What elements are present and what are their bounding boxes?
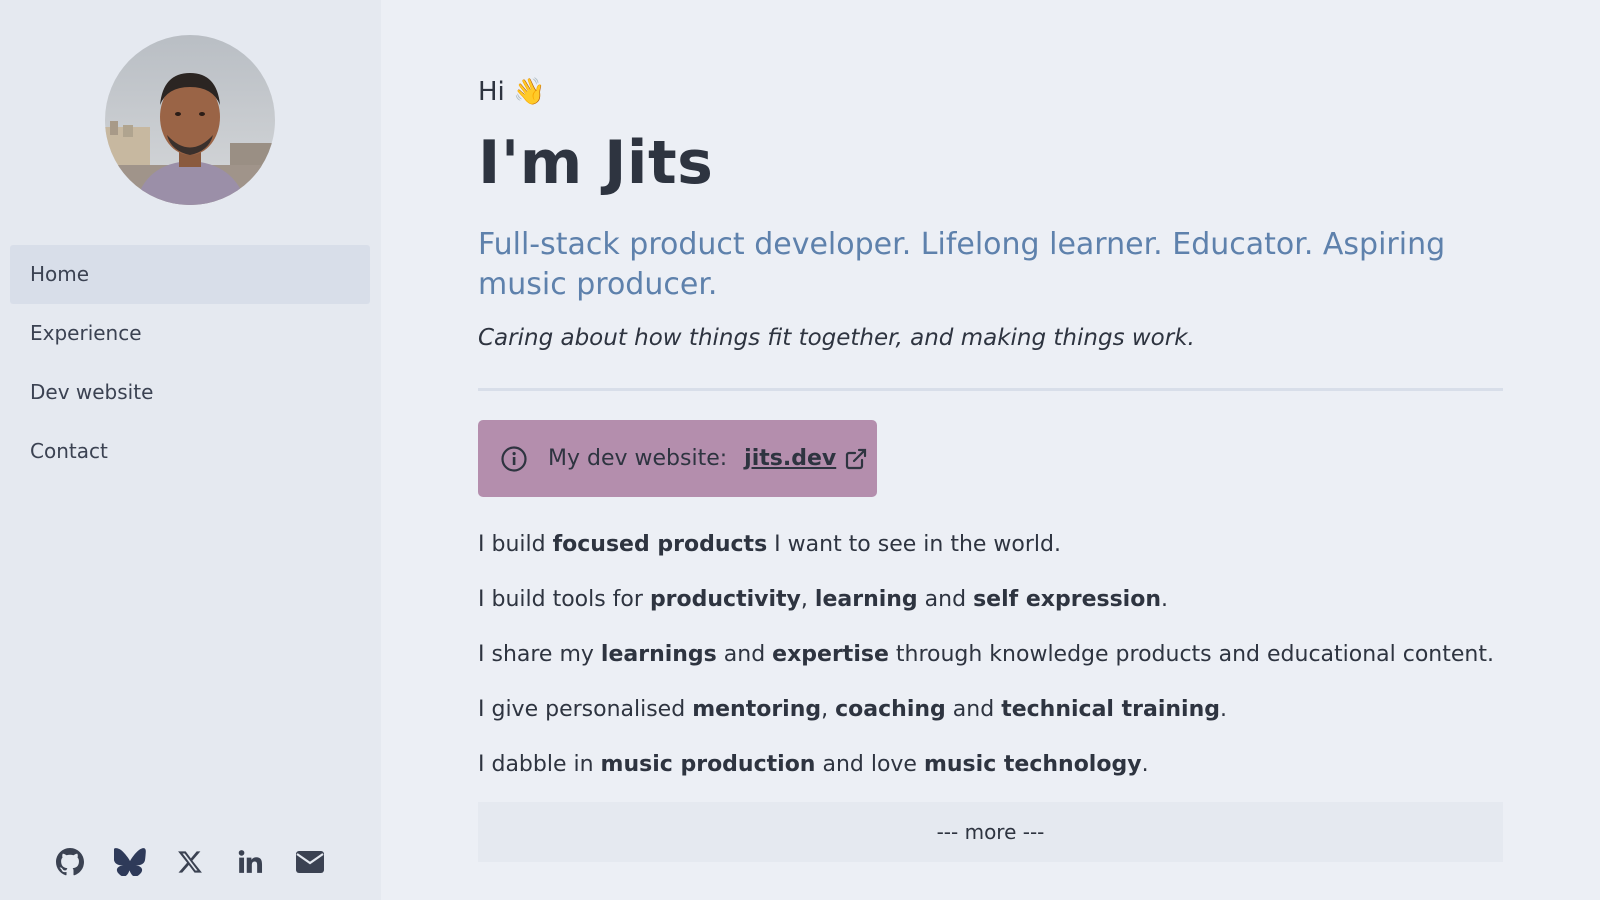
bluesky-icon[interactable] xyxy=(113,845,147,879)
intro-paragraph-1: I build focused products I want to see i… xyxy=(478,532,1061,557)
intro-paragraph-4: I give personalised mentoring, coaching … xyxy=(478,697,1227,722)
avatar xyxy=(105,35,275,205)
intro-paragraph-5: I dabble in music production and love mu… xyxy=(478,752,1149,777)
emphasis-text: music technology xyxy=(923,752,1142,777)
paragraph-text: . xyxy=(1161,587,1169,612)
paragraph-text: . xyxy=(1141,752,1149,777)
intro-paragraph-3: I share my learnings and expertise throu… xyxy=(478,642,1494,667)
external-link-icon[interactable] xyxy=(844,447,868,471)
emphasis-text: learning xyxy=(814,587,918,612)
paragraph-text: I give personalised xyxy=(478,697,693,722)
callout-label: My dev website: xyxy=(548,446,728,471)
github-icon[interactable] xyxy=(53,845,87,879)
paragraph-text: and xyxy=(716,642,773,667)
intro-paragraph-2: I build tools for productivity, learning… xyxy=(478,587,1168,612)
sidebar-item-experience[interactable]: Experience xyxy=(10,304,370,363)
emphasis-text: expertise xyxy=(772,642,889,667)
paragraph-text: , xyxy=(800,587,815,612)
emphasis-text: coaching xyxy=(835,697,946,722)
paragraph-text: and love xyxy=(815,752,924,777)
emphasis-text: focused products xyxy=(552,532,768,557)
sidebar-item-dev-website[interactable]: Dev website xyxy=(10,363,370,422)
sidebar-item-contact[interactable]: Contact xyxy=(10,422,370,481)
paragraph-text: and xyxy=(945,697,1002,722)
paragraph-text: I share my xyxy=(478,642,601,667)
social-links xyxy=(53,845,327,879)
emphasis-text: learnings xyxy=(600,642,717,667)
paragraph-text: I want to see in the world. xyxy=(767,532,1062,557)
more-button[interactable]: --- more --- xyxy=(478,802,1503,862)
linkedin-icon[interactable] xyxy=(233,845,267,879)
paragraph-text: and xyxy=(917,587,974,612)
tagline: Full-stack product developer. Lifelong l… xyxy=(478,227,1446,302)
sidebar: Home Experience Dev website Contact xyxy=(0,0,381,900)
info-icon xyxy=(500,445,528,473)
greeting: Hi 👋 xyxy=(478,77,546,107)
motto: Caring about how things fit together, an… xyxy=(478,325,1195,351)
email-icon[interactable] xyxy=(293,845,327,879)
page: Home Experience Dev website Contact Hi � xyxy=(0,0,1600,900)
dev-website-callout: My dev website: jits.dev xyxy=(478,420,877,497)
x-icon[interactable] xyxy=(173,845,207,879)
paragraph-text: I build xyxy=(478,532,553,557)
divider xyxy=(478,388,1503,391)
emphasis-text: music production xyxy=(600,752,816,777)
emphasis-text: mentoring xyxy=(692,697,822,722)
paragraph-text: , xyxy=(821,697,836,722)
avatar-photo xyxy=(105,35,275,205)
sidebar-nav: Home Experience Dev website Contact xyxy=(10,245,370,481)
paragraph-text: . xyxy=(1219,697,1227,722)
paragraph-text: through knowledge products and education… xyxy=(888,642,1494,667)
paragraph-text: I dabble in xyxy=(478,752,601,777)
emphasis-text: technical training xyxy=(1001,697,1220,722)
sidebar-item-home[interactable]: Home xyxy=(10,245,370,304)
page-title: I'm Jits xyxy=(478,128,714,198)
emphasis-text: self expression xyxy=(973,587,1162,612)
emphasis-text: productivity xyxy=(649,587,801,612)
dev-website-link[interactable]: jits.dev xyxy=(744,446,836,471)
paragraph-text: I build tools for xyxy=(478,587,650,612)
